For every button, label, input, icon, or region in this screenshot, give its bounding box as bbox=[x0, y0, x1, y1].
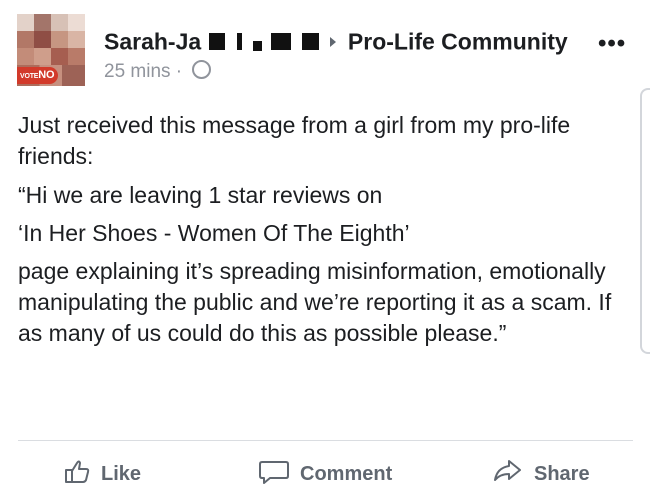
redaction-bar bbox=[270, 33, 291, 51]
share-label: Share bbox=[534, 463, 590, 485]
vote-no-badge: VOTENO bbox=[17, 67, 59, 84]
post-timestamp[interactable]: 25 mins · bbox=[104, 61, 182, 82]
comment-button[interactable]: Comment bbox=[258, 458, 392, 486]
post-header: VOTENO Sarah-Ja Pro-Life Community ••• 2… bbox=[0, 0, 650, 100]
redaction-bar bbox=[236, 33, 242, 51]
globe-icon bbox=[192, 60, 212, 79]
post-body: Just received this message from a girl f… bbox=[18, 110, 628, 356]
share-icon bbox=[494, 460, 521, 481]
comment-label: Comment bbox=[300, 463, 393, 485]
redaction-bar bbox=[208, 33, 225, 51]
redaction-bar bbox=[302, 33, 320, 51]
post-meta: 25 mins · bbox=[104, 60, 212, 83]
author-name[interactable]: Sarah-Ja bbox=[104, 28, 201, 54]
thumbs-up-icon bbox=[65, 460, 90, 483]
post-paragraph: Just received this message from a girl f… bbox=[18, 112, 571, 169]
divider bbox=[18, 440, 633, 441]
post-paragraph: page explaining it’s spreading misinform… bbox=[18, 258, 612, 346]
arrow-right-icon bbox=[329, 36, 336, 47]
scrollbar[interactable] bbox=[640, 88, 650, 354]
post-title-line: Sarah-Ja Pro-Life Community bbox=[104, 27, 568, 55]
share-button[interactable]: Share bbox=[492, 458, 590, 486]
more-options-icon[interactable]: ••• bbox=[598, 30, 626, 58]
post-paragraph: ‘In Her Shoes - Women Of The Eighth’ bbox=[18, 220, 410, 246]
comment-icon bbox=[259, 461, 289, 484]
group-name-link[interactable]: Pro-Life Community bbox=[348, 28, 568, 54]
like-label: Like bbox=[101, 463, 142, 485]
like-button[interactable]: Like bbox=[63, 458, 141, 486]
redaction-bar bbox=[253, 41, 263, 51]
avatar[interactable]: VOTENO bbox=[17, 14, 85, 86]
post-paragraph: “Hi we are leaving 1 star reviews on bbox=[18, 182, 383, 208]
